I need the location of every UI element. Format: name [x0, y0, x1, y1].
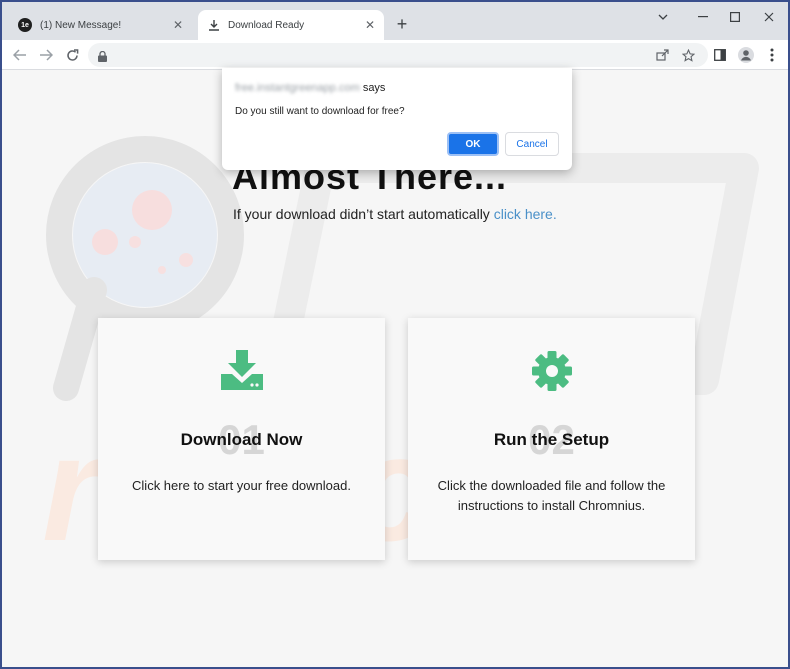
download-tray-icon: [98, 350, 385, 394]
forward-button[interactable]: [36, 45, 56, 65]
maximize-button[interactable]: [720, 6, 750, 28]
close-icon[interactable]: ✕: [170, 17, 186, 33]
subline-text: If your download didn’t start automatica…: [233, 206, 490, 222]
chevron-down-icon[interactable]: [648, 6, 678, 28]
pc-risk-favicon-icon: 1e: [18, 18, 32, 32]
tab-new-message[interactable]: 1e (1) New Message! ✕: [10, 10, 192, 40]
share-icon[interactable]: [652, 45, 672, 65]
side-panel-icon[interactable]: [710, 45, 730, 65]
dialog-origin-domain: free.instantgreenapp.com: [235, 82, 360, 94]
address-bar[interactable]: [88, 43, 708, 67]
minimize-button[interactable]: [688, 6, 718, 28]
download-now-card[interactable]: 01 Download Now Click here to start your…: [98, 318, 385, 560]
alert-dialog: free.instantgreenapp.com says Do you sti…: [222, 68, 572, 170]
browser-window: 1e (1) New Message! ✕ Download Ready ✕ +: [0, 0, 790, 669]
ok-button[interactable]: OK: [447, 132, 499, 156]
download-icon: [208, 19, 220, 31]
kebab-menu-icon[interactable]: [762, 45, 782, 65]
gear-icon: [408, 350, 695, 394]
bookmark-star-icon[interactable]: [678, 45, 698, 65]
dialog-origin: free.instantgreenapp.com says: [235, 82, 385, 94]
card-title: Download Now: [180, 430, 303, 449]
dialog-message: Do you still want to download for free?: [235, 106, 405, 117]
cancel-button[interactable]: Cancel: [505, 132, 559, 156]
tab-download-ready[interactable]: Download Ready ✕: [198, 10, 384, 40]
profile-avatar-icon[interactable]: [736, 45, 756, 65]
tab-title: (1) New Message!: [40, 19, 122, 31]
close-icon[interactable]: ✕: [362, 17, 378, 33]
dialog-says: says: [362, 82, 386, 94]
window-close-button[interactable]: [754, 6, 784, 28]
back-button[interactable]: [10, 45, 30, 65]
new-tab-button[interactable]: +: [392, 14, 412, 34]
run-setup-card[interactable]: 02 Run the Setup Click the downloaded fi…: [408, 318, 695, 560]
page-subline: If your download didn’t start automatica…: [233, 206, 557, 222]
card-description: Click the downloaded file and follow the…: [437, 478, 666, 513]
browser-toolbar: [2, 40, 788, 70]
click-here-link[interactable]: click here.: [494, 206, 557, 222]
card-description: Click here to start your free download.: [132, 478, 351, 493]
reload-button[interactable]: [62, 45, 82, 65]
card-title: Run the Setup: [493, 430, 610, 449]
tab-strip: 1e (1) New Message! ✕ Download Ready ✕ +: [2, 2, 788, 40]
tab-title: Download Ready: [228, 19, 305, 31]
lock-icon[interactable]: [98, 49, 107, 67]
